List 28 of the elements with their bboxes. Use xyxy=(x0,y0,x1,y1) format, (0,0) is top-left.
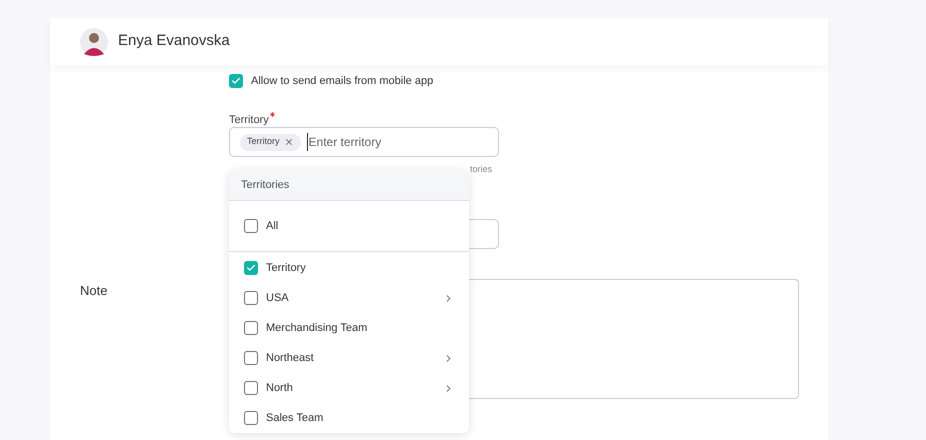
list-item[interactable]: Merchandising Team xyxy=(229,313,469,343)
list-item[interactable]: North xyxy=(229,373,469,403)
remove-icon[interactable] xyxy=(284,137,294,147)
list-item[interactable]: Territory xyxy=(229,253,469,283)
list-item[interactable]: USA xyxy=(229,283,469,313)
note-label: Note xyxy=(80,282,108,300)
list-item[interactable]: Northeast xyxy=(229,343,469,373)
user-name: Enya Evanovska xyxy=(118,31,230,52)
field-label: Territory xyxy=(229,113,269,126)
check-icon xyxy=(246,263,256,273)
dropdown-header: Territories xyxy=(229,170,469,201)
checkbox[interactable] xyxy=(244,261,258,275)
checkbox[interactable] xyxy=(244,351,258,365)
option-label: Allow to send emails from mobile app xyxy=(251,74,434,89)
checkbox[interactable] xyxy=(244,411,258,425)
checkbox[interactable] xyxy=(244,291,258,305)
territory-field[interactable]: Territory Enter territory xyxy=(229,127,499,157)
all-option[interactable]: All xyxy=(229,201,469,252)
checkbox[interactable] xyxy=(244,381,258,395)
check-icon xyxy=(231,76,241,86)
list-item[interactable]: Sales Team xyxy=(229,403,469,433)
checkbox[interactable] xyxy=(244,219,258,233)
territory-chip: Territory xyxy=(240,134,301,150)
checkbox[interactable] xyxy=(244,321,258,335)
helper-text: tories xyxy=(470,163,492,175)
avatar-icon xyxy=(80,28,108,56)
text-input[interactable]: Enter territory xyxy=(306,133,488,151)
checkbox[interactable] xyxy=(229,74,243,88)
